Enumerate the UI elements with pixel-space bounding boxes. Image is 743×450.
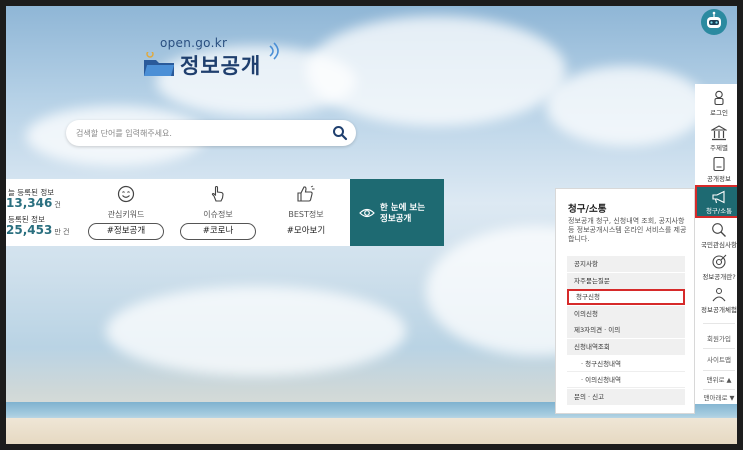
- submenu-item[interactable]: · 청구신청내역: [567, 355, 685, 372]
- sidebar-item-request[interactable]: 청구/소통: [695, 185, 737, 218]
- request-submenu-panel: 청구/소통 정보공개 청구, 신청내역 조회, 공지사항 등 정보공개시스템 온…: [555, 188, 695, 414]
- keyword-label: BEST정보: [288, 210, 324, 219]
- chatbot-button[interactable]: [701, 9, 727, 35]
- sidebar-link-sitemap[interactable]: 사이트맵: [695, 354, 737, 366]
- sidebar-link-top[interactable]: 맨위로 ▲: [695, 374, 737, 386]
- logo-title: 정보공개: [180, 54, 262, 78]
- building-icon: [711, 125, 727, 141]
- search-bar: [66, 120, 356, 146]
- submenu-item[interactable]: 청구신청: [567, 289, 685, 306]
- submenu-item[interactable]: 문의 · 신고: [567, 388, 685, 405]
- megaphone-icon: [712, 190, 725, 204]
- sidebar-divider: [703, 389, 735, 390]
- sidebar-item-national-interest[interactable]: 국민관심사항: [695, 222, 737, 254]
- folder-icon: [144, 52, 174, 76]
- keyword-label: 이슈정보: [203, 210, 233, 219]
- submenu-item[interactable]: 공지사항: [567, 256, 685, 272]
- sidebar-link-bottom[interactable]: 맨아래로 ▼: [695, 392, 737, 404]
- people-icon: [712, 288, 726, 302]
- sidebar-item-experience[interactable]: 정보공개체험: [695, 287, 737, 319]
- sidebar-link-join[interactable]: 회원가입: [695, 333, 737, 345]
- sidebar-item-login[interactable]: 로그인: [695, 90, 737, 122]
- submenu-item[interactable]: · 이의신청내역: [567, 372, 685, 389]
- sidebar-item-open-info[interactable]: 공개정보: [695, 156, 737, 188]
- cloud: [106, 286, 406, 376]
- keyword-label: 관심키워드: [107, 210, 145, 219]
- submenu-item[interactable]: 이의신청: [567, 305, 685, 322]
- magnifier-icon: [712, 223, 726, 237]
- submenu-item[interactable]: 신청내역조회: [567, 338, 685, 355]
- sidebar-divider: [703, 323, 735, 324]
- keyword-interest: 관심키워드 #정보공개: [88, 185, 164, 240]
- panel-title: 청구/소통: [568, 204, 607, 215]
- keyword-tag-button[interactable]: #정보공개: [88, 223, 164, 240]
- sidebar-divider: [703, 370, 735, 371]
- submenu-item[interactable]: 제3자의견 · 이의: [567, 322, 685, 339]
- thumbs-up-icon: [297, 185, 315, 202]
- keyword-best: BEST정보 #모아보기: [268, 185, 344, 240]
- keyword-tag-button[interactable]: #코로나: [180, 223, 256, 240]
- signal-icon: [269, 42, 279, 60]
- robot-icon: [707, 11, 721, 28]
- stats-panel: 늘 등록된 정보 13,346 건 등록된 정보 25,453 만 건 관심키워드 …: [6, 179, 350, 246]
- smile-icon: [117, 185, 135, 203]
- overview-label: 한 눈에 보는 정보공개: [380, 203, 426, 224]
- eye-icon: [359, 208, 375, 218]
- person-icon: [714, 90, 724, 106]
- cloud: [546, 66, 706, 146]
- panel-description: 정보공개 청구, 신청내역 조회, 공지사항 등 정보공개시스템 온라인 서비스…: [568, 217, 687, 243]
- main-stage: open.go.kr 정보공개 늘 등록된 정보 13,346건 등록된 정보 …: [6, 6, 737, 444]
- overview-button[interactable]: 한 눈에 보는 정보공개: [350, 179, 444, 246]
- search-input[interactable]: [76, 124, 326, 142]
- sidebar-divider: [703, 348, 735, 349]
- cloud: [306, 16, 566, 126]
- site-logo[interactable]: open.go.kr 정보공개: [136, 36, 296, 86]
- sand: [6, 418, 737, 444]
- today-registered-count: 13,346 건: [6, 196, 61, 210]
- pointer-hand-icon: [211, 185, 224, 202]
- search-icon[interactable]: [332, 125, 348, 141]
- right-quick-sidebar: 로그인 주제별 공개정보 청구/소통 국민관심사항 정보공개란? 정보공개체험 …: [695, 84, 737, 404]
- submenu-item[interactable]: 자주묻는질문: [567, 272, 685, 289]
- sidebar-item-by-org[interactable]: 주제별: [695, 125, 737, 157]
- keyword-tag-button[interactable]: #모아보기: [268, 223, 344, 240]
- submenu-list: 공지사항 자주묻는질문 청구신청 이의신청 제3자의견 · 이의 신청내역조회 · 청구신청…: [567, 256, 685, 405]
- logo-domain: open.go.kr: [160, 36, 228, 50]
- total-registered-count: 25,453 만 건: [6, 223, 70, 237]
- target-icon: [712, 254, 727, 269]
- sidebar-item-what-is[interactable]: 정보공개란?: [695, 254, 737, 286]
- keyword-issue: 이슈정보 #코로나: [180, 185, 256, 240]
- document-icon: [713, 156, 725, 172]
